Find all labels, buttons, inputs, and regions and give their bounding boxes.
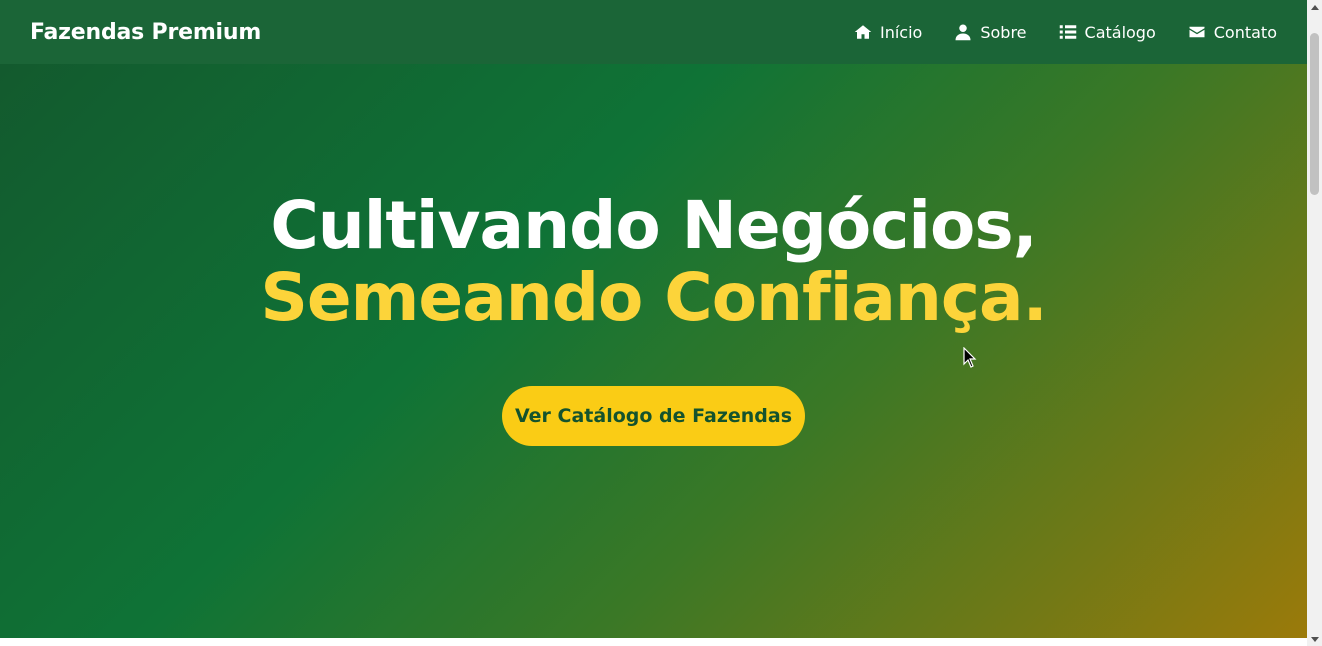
page-below-fold [0,638,1307,646]
nav-link-catalogo[interactable]: Catálogo [1059,23,1156,42]
scroll-down-arrow-icon[interactable] [1307,631,1322,646]
scrollbar-thumb[interactable] [1310,33,1319,195]
hero-title: Cultivando Negócios, Semeando Confiança. [260,187,1047,336]
page-viewport: Fazendas Premium Início Sobre Catálogo C… [0,0,1307,646]
nav-link-sobre[interactable]: Sobre [954,22,1027,42]
vertical-scrollbar[interactable] [1307,0,1322,646]
nav-link-label: Contato [1213,22,1277,42]
scroll-up-arrow-icon[interactable] [1307,0,1322,15]
nav-link-contato[interactable]: Contato [1188,23,1277,42]
nav-link-inicio[interactable]: Início [854,23,922,42]
brand-logo[interactable]: Fazendas Premium [30,20,261,45]
nav-link-label: Início [880,22,923,42]
top-navbar: Fazendas Premium Início Sobre Catálogo C… [0,0,1307,64]
list-icon [1059,23,1077,41]
nav-links: Início Sobre Catálogo Contato [854,23,1277,42]
hero-title-line1: Cultivando Negócios, [270,187,1037,264]
user-icon [954,23,972,41]
view-catalog-button[interactable]: Ver Catálogo de Fazendas [502,386,805,446]
nav-link-label: Sobre [980,22,1027,42]
hero-section: Cultivando Negócios, Semeando Confiança.… [0,64,1307,638]
envelope-icon [1188,23,1206,41]
hero-title-line2: Semeando Confiança. [260,259,1047,336]
nav-link-label: Catálogo [1084,22,1156,42]
home-icon [854,23,872,41]
